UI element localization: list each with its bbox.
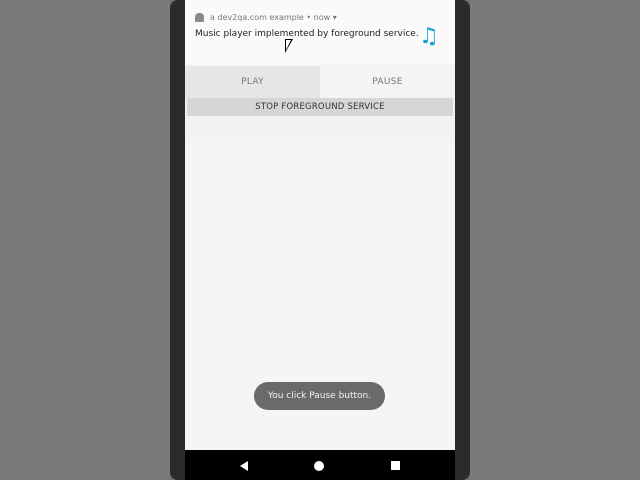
app-small-icon — [195, 13, 204, 22]
notification-header: a dev2qa.com example • now ▾ — [195, 13, 337, 22]
phone-screen: a dev2qa.com example • now ▾ Music playe… — [185, 0, 455, 450]
back-icon[interactable] — [240, 461, 248, 471]
mouse-cursor-icon — [285, 39, 293, 53]
background-left — [0, 0, 170, 480]
app-content: STOP FOREGROUND SERVICE — [185, 98, 455, 150]
play-button[interactable]: PLAY — [185, 66, 320, 98]
music-note-icon: ♫ — [419, 24, 439, 49]
pause-button[interactable]: PAUSE — [320, 66, 455, 98]
toast-message: You click Pause button. — [254, 382, 385, 410]
notification-app-meta: a dev2qa.com example • now ▾ — [210, 13, 337, 22]
recents-icon[interactable] — [391, 461, 400, 470]
background-right — [470, 0, 640, 480]
stop-foreground-service-button[interactable]: STOP FOREGROUND SERVICE — [187, 98, 453, 116]
notification-actions: PLAY PAUSE — [185, 66, 455, 98]
notification-text: Music player implemented by foreground s… — [195, 29, 419, 39]
home-icon[interactable] — [314, 461, 324, 471]
notification-card[interactable]: a dev2qa.com example • now ▾ Music playe… — [185, 0, 455, 64]
navigation-bar — [185, 450, 455, 480]
